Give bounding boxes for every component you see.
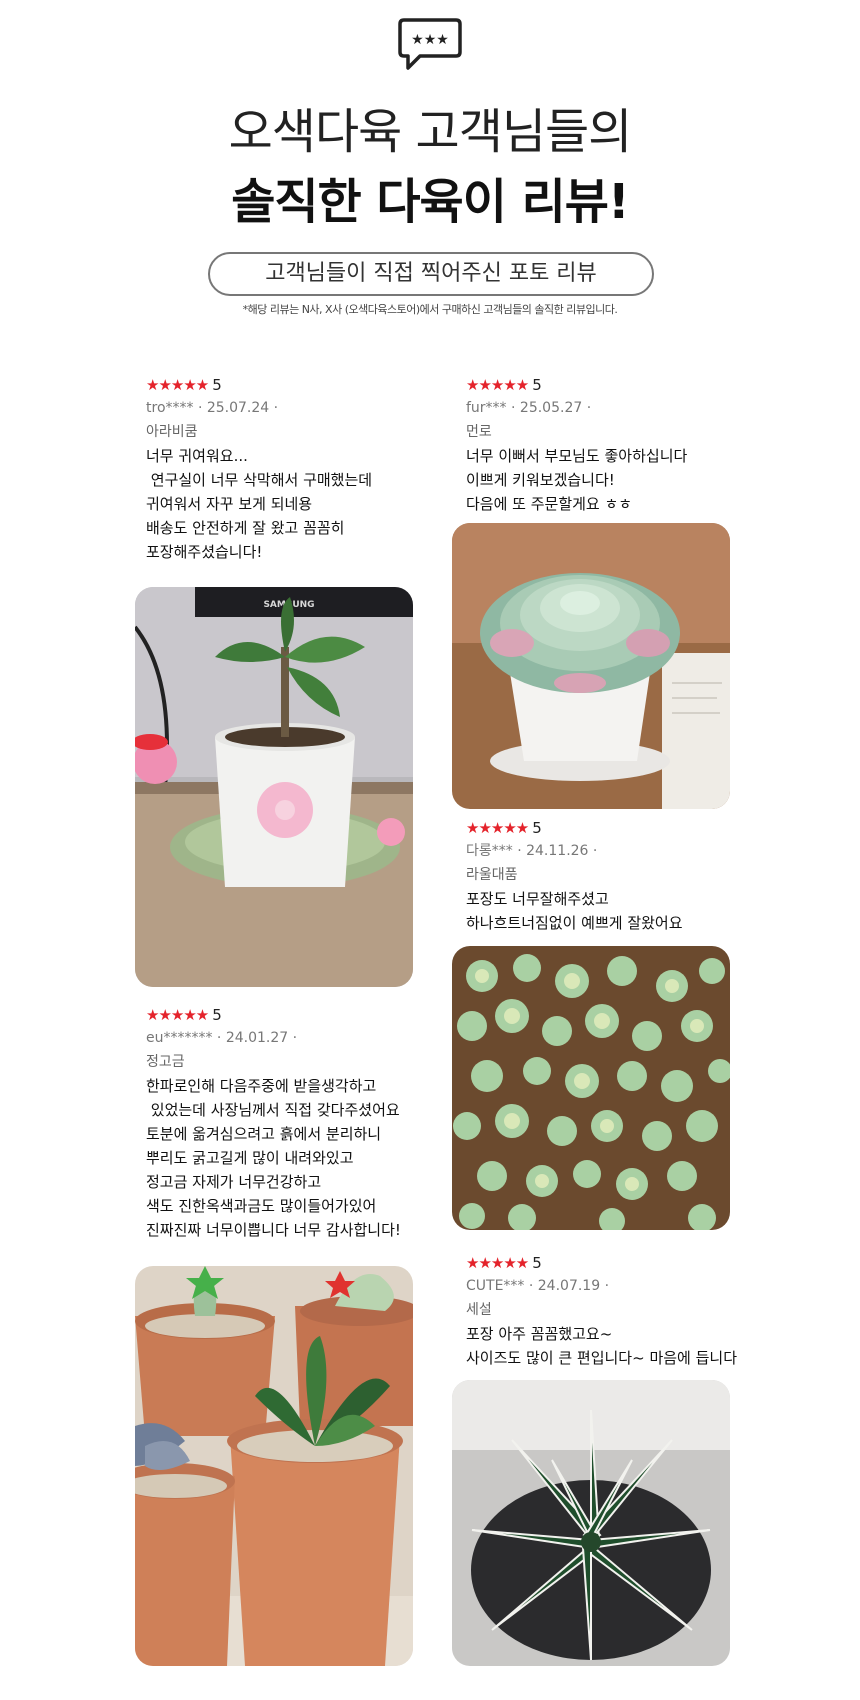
- review-photo-terracotta-pots[interactable]: [135, 1266, 413, 1666]
- review-text-line: 다음에 또 주문할게요 ㅎㅎ: [466, 495, 633, 513]
- review-meta: CUTE*** · 24.07.19 ·: [466, 1278, 610, 1294]
- review-card: ★★★★★ 5 다롱*** · 24.11.26 · 라울대품 포장도 너무잘해…: [466, 817, 786, 935]
- review-text-line: 하나흐트너짐없이 예쁘게 잘왔어요: [466, 914, 683, 932]
- review-text-line: 토분에 옮겨심으려고 흙에서 분리하니: [146, 1125, 382, 1143]
- chat-bubble-stars-icon: ★★★: [396, 16, 464, 72]
- rating-score: 5: [212, 376, 222, 394]
- review-text-line: 진짜진짜 너무이쁩니다 너무 감사합니다!: [146, 1221, 401, 1239]
- review-text-line: 너무 귀여워요...: [146, 447, 248, 465]
- review-card: ★★★★★ 5 fur*** · 25.05.27 · 먼로 너무 이뻐서 부모…: [466, 374, 786, 516]
- review-photo-agave[interactable]: [452, 1380, 730, 1666]
- review-text-line: 한파로인해 다음주중에 받을생각하고: [146, 1077, 377, 1095]
- product-option: 먼로: [466, 424, 492, 440]
- product-option: 라울대품: [466, 867, 518, 883]
- star-rating-icon: ★★★★★: [466, 819, 529, 837]
- review-text-line: 포장도 너무잘해주셨고: [466, 890, 609, 908]
- star-rating-icon: ★★★★★: [466, 376, 529, 394]
- star-rating-icon: ★★★★★: [146, 1006, 209, 1024]
- review-photo-rosette[interactable]: [452, 523, 730, 809]
- page-title-line1: 오색다육 고객님들의: [228, 104, 633, 160]
- review-text-line: 색도 진한옥색과금도 많이들어가있어: [146, 1197, 377, 1215]
- review-text-line: 포장 아주 꼼꼼했고요~: [466, 1325, 613, 1343]
- rating: ★★★★★ 5: [146, 374, 446, 396]
- svg-text:★★★: ★★★: [411, 32, 449, 48]
- review-text-line: 정고금 자제가 너무건강하고: [146, 1173, 322, 1191]
- rating-score: 5: [212, 1006, 222, 1024]
- review-text-line: 너무 이뻐서 부모님도 좋아하십니다: [466, 447, 688, 465]
- review-photo-desk-plant[interactable]: SAMSUNG: [135, 587, 413, 987]
- review-text-line: 사이즈도 많이 큰 편입니다~ 마음에 듭니다: [466, 1349, 738, 1367]
- rating: ★★★★★ 5: [146, 1004, 446, 1026]
- photo-review-badge: 고객님들이 직접 찍어주신 포토 리뷰: [208, 252, 654, 296]
- review-text-line: 포장해주셨습니다!: [146, 543, 263, 561]
- review-meta: tro**** · 25.07.24 ·: [146, 400, 279, 416]
- review-card: ★★★★★ 5 CUTE*** · 24.07.19 · 세설 포장 아주 꼼꼼…: [466, 1252, 786, 1370]
- review-source-note: *해당 리뷰는 N사, X사 (오색다육스토어)에서 구매하신 고객님들의 솔직…: [242, 303, 618, 316]
- product-option: 정고금: [146, 1054, 185, 1070]
- rating-score: 5: [532, 819, 542, 837]
- rating: ★★★★★ 5: [466, 374, 786, 396]
- review-text-line: 연구실이 너무 삭막해서 구매했는데: [146, 471, 373, 489]
- review-meta: eu******* · 24.01.27 ·: [146, 1030, 298, 1046]
- review-text-line: 이쁘게 키워보겠습니다!: [466, 471, 615, 489]
- review-text-line: 귀여워서 자꾸 보게 되네용: [146, 495, 313, 513]
- review-text-line: 뿌리도 굵고길게 많이 내려와있고: [146, 1149, 354, 1167]
- rating: ★★★★★ 5: [466, 1252, 786, 1274]
- rating: ★★★★★ 5: [466, 817, 786, 839]
- review-meta: fur*** · 25.05.27 ·: [466, 400, 592, 416]
- page-title-line2: 솔직한 다육이 리뷰!: [231, 174, 630, 230]
- review-text-line: 있었는데 사장님께서 직접 갖다주셨어요: [146, 1101, 400, 1119]
- rating-score: 5: [532, 376, 542, 394]
- rating-score: 5: [532, 1254, 542, 1272]
- product-option: 세설: [466, 1302, 492, 1318]
- review-photo-cluster[interactable]: [452, 946, 730, 1230]
- star-rating-icon: ★★★★★: [146, 376, 209, 394]
- review-meta: 다롱*** · 24.11.26 ·: [466, 843, 598, 859]
- review-card: ★★★★★ 5 eu******* · 24.01.27 · 정고금 한파로인해…: [146, 1004, 446, 1242]
- review-card: ★★★★★ 5 tro**** · 25.07.24 · 아라비쿰 너무 귀여워…: [146, 374, 446, 564]
- star-rating-icon: ★★★★★: [466, 1254, 529, 1272]
- product-option: 아라비쿰: [146, 424, 198, 440]
- review-text-line: 배송도 안전하게 잘 왔고 꼼꼼히: [146, 519, 345, 537]
